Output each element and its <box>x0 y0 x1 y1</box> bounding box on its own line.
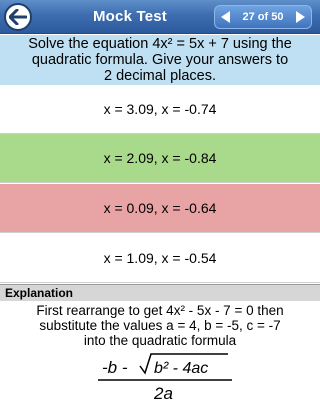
quadratic-formula: -b - b² - 4ac 2a <box>98 353 232 403</box>
explanation-line: substitute the values a = 4, b = -5, c =… <box>39 318 281 333</box>
answer-option-incorrect[interactable]: x = 0.09, x = -0.64 <box>0 184 320 233</box>
question-pager: 27 of 50 <box>214 5 312 29</box>
question-counter: 27 of 50 <box>242 11 284 23</box>
explanation-line: into the quadratic formula <box>83 333 237 348</box>
previous-question-button[interactable] <box>215 6 237 28</box>
formula-numerator-left: -b - <box>102 358 128 377</box>
answer-option-label: x = 1.09, x = -0.54 <box>103 250 217 266</box>
previous-arrow-icon <box>221 11 230 23</box>
answer-option-label: x = 2.09, x = -0.84 <box>103 150 217 166</box>
back-button[interactable] <box>4 3 32 31</box>
answer-option[interactable]: x = 3.09, x = -0.74 <box>0 85 320 134</box>
question-text: Solve the equation 4x² = 5x + 7 using th… <box>0 35 320 85</box>
answer-option-correct[interactable]: x = 2.09, x = -0.84 <box>0 134 320 183</box>
answer-option-label: x = 0.09, x = -0.64 <box>103 200 217 216</box>
next-question-button[interactable] <box>289 6 311 28</box>
question-line: quadratic formula. Give your answers to <box>31 52 289 68</box>
answer-option-label: x = 3.09, x = -0.74 <box>103 101 217 117</box>
page-title: Mock Test <box>92 8 168 25</box>
next-arrow-icon <box>296 11 305 23</box>
explanation-heading: Explanation <box>0 284 320 301</box>
question-line: Solve the equation 4x² = 5x + 7 using th… <box>28 36 292 52</box>
explanation-text: First rearrange to get 4x² - 5x - 7 = 0 … <box>0 303 320 348</box>
answer-option[interactable]: x = 1.09, x = -0.54 <box>0 234 320 283</box>
top-bar: Mock Test 27 of 50 <box>0 0 320 34</box>
back-arrow-icon <box>9 9 27 25</box>
question-line: 2 decimal places. <box>103 68 217 84</box>
formula-denominator: 2a <box>153 384 173 403</box>
formula-radicand: b² - 4ac <box>154 360 208 377</box>
explanation-line: First rearrange to get 4x² - 5x - 7 = 0 … <box>36 303 284 318</box>
